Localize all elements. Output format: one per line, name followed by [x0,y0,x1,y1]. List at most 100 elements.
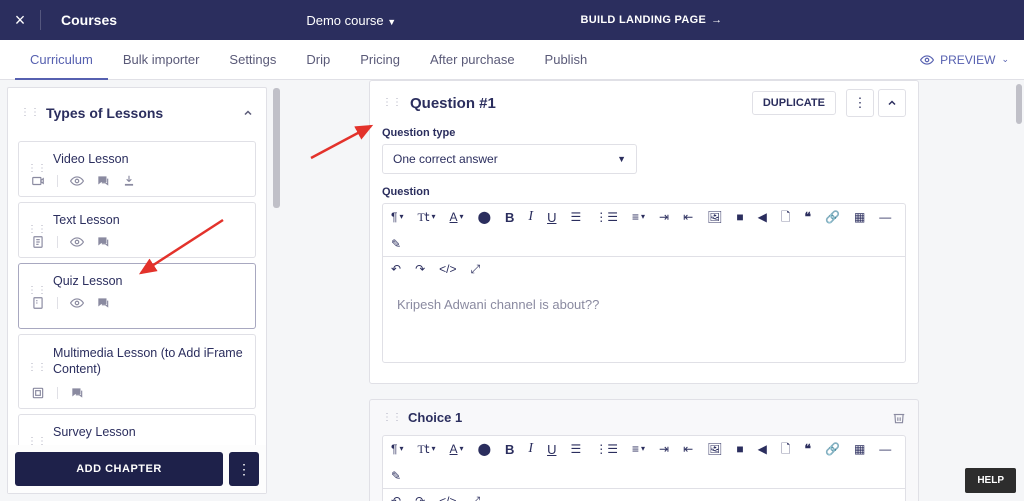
video-type-icon [31,174,45,188]
drag-handle-icon[interactable]: ⋮⋮ [382,100,402,106]
text-color-icon[interactable]: A▾ [450,211,464,223]
redo-icon[interactable]: ↷ [415,263,425,275]
tab-pricing[interactable]: Pricing [345,40,415,80]
preview-label: PREVIEW [940,53,995,67]
drag-handle-icon[interactable]: ⋮⋮ [382,415,402,421]
outdent-icon[interactable]: ⇤ [683,211,693,223]
comments-icon[interactable] [96,235,110,249]
comments-icon[interactable] [70,386,84,400]
paragraph-icon[interactable]: ¶▾ [391,211,403,223]
comments-icon[interactable] [96,296,110,310]
text-color-icon[interactable]: A▾ [450,443,464,455]
link-icon[interactable]: 🔗 [825,211,840,223]
align-icon[interactable]: ≡▾ [632,211,645,223]
tab-bulk-importer[interactable]: Bulk importer [108,40,215,80]
link-icon[interactable]: 🔗 [825,443,840,455]
numbered-list-icon[interactable]: ⋮☰ [595,211,618,223]
lesson-card-multimedia[interactable]: ⋮⋮ Multimedia Lesson (to Add iFrame Cont… [18,334,256,409]
build-landing-button[interactable]: BUILD LANDING PAGE→ [566,14,1024,26]
add-chapter-button[interactable]: ADD CHAPTER [15,452,223,486]
lesson-card-video[interactable]: ⋮⋮ Video Lesson [18,141,256,197]
section-title: Types of Lessons [46,105,242,121]
choice-editor: ¶▾ T𝗍▾ A▾ ⬤ B I U ☰ ⋮☰ ≡▾ ⇥ ⇤ 🖼 ■ [382,435,906,501]
quote-icon[interactable]: ❝ [805,211,811,223]
drag-handle-icon[interactable]: ⋮⋮ [27,365,47,371]
bullet-list-icon[interactable]: ☰ [570,211,581,223]
code-icon[interactable]: </> [439,263,456,275]
image-icon[interactable]: 🖼 [707,443,722,455]
underline-icon[interactable]: U [547,443,556,456]
chevron-down-icon: ▼ [617,154,626,164]
drag-handle-icon[interactable]: ⋮⋮ [27,227,47,233]
bullet-list-icon[interactable]: ☰ [570,443,581,455]
clear-format-icon[interactable]: ✎ [391,238,401,250]
question-card: ⋮⋮ Question #1 DUPLICATE ⋮ Question type… [369,80,919,384]
drag-handle-icon[interactable]: ⋮⋮ [27,166,47,172]
eye-icon[interactable] [70,174,84,188]
eye-icon[interactable] [70,296,84,310]
underline-icon[interactable]: U [547,211,556,224]
drag-handle-icon[interactable]: ⋮⋮ [20,110,40,116]
undo-icon[interactable]: ↶ [391,495,401,501]
tabs: Curriculum Bulk importer Settings Drip P… [0,40,1024,80]
question-title: Question #1 [410,95,752,112]
more-icon[interactable]: ⋮ [846,89,874,117]
table-icon[interactable]: ▦ [854,443,865,455]
bold-icon[interactable]: B [505,211,514,224]
help-button[interactable]: HELP [965,468,1016,493]
video-icon[interactable]: ■ [736,443,743,455]
close-button[interactable]: × [0,10,40,31]
highlight-icon[interactable]: ⬤ [478,211,491,223]
file-icon[interactable]: 🗋 [781,443,791,455]
quote-icon[interactable]: ❝ [805,443,811,455]
eye-icon[interactable] [70,235,84,249]
audio-icon[interactable]: ◀ [758,443,767,455]
hr-icon[interactable]: — [879,443,891,455]
quiz-type-icon [31,296,45,310]
hr-icon[interactable]: — [879,211,891,223]
text-size-icon[interactable]: T𝗍▾ [417,211,435,223]
course-selector[interactable]: Demo course ▼ [306,13,396,28]
question-label: Question [382,186,906,198]
clear-format-icon[interactable]: ✎ [391,470,401,482]
tab-publish[interactable]: Publish [530,40,603,80]
bold-icon[interactable]: B [505,443,514,456]
indent-icon[interactable]: ⇥ [659,443,669,455]
audio-icon[interactable]: ◀ [758,211,767,223]
expand-icon[interactable]: ⤢ [470,495,480,501]
question-text-input[interactable]: Kripesh Adwani channel is about?? [383,281,905,362]
download-icon[interactable] [122,174,136,188]
table-icon[interactable]: ▦ [854,211,865,223]
preview-button[interactable]: PREVIEW ⌄ [920,53,1009,67]
comments-icon[interactable] [96,174,110,188]
italic-icon[interactable]: I [528,210,533,224]
collapse-icon[interactable] [878,89,906,117]
question-type-select[interactable]: One correct answer ▼ [382,144,637,174]
file-icon[interactable]: 🗋 [781,211,791,223]
drag-handle-icon[interactable]: ⋮⋮ [27,288,47,294]
redo-icon[interactable]: ↷ [415,495,425,501]
paragraph-icon[interactable]: ¶▾ [391,443,403,455]
indent-icon[interactable]: ⇥ [659,211,669,223]
italic-icon[interactable]: I [528,442,533,456]
tab-drip[interactable]: Drip [291,40,345,80]
tab-settings[interactable]: Settings [214,40,291,80]
numbered-list-icon[interactable]: ⋮☰ [595,443,618,455]
highlight-icon[interactable]: ⬤ [478,443,491,455]
image-icon[interactable]: 🖼 [707,211,722,223]
align-icon[interactable]: ≡▾ [632,443,645,455]
expand-icon[interactable]: ⤢ [470,263,480,275]
tab-curriculum[interactable]: Curriculum [15,40,108,80]
tab-after-purchase[interactable]: After purchase [415,40,530,80]
outdent-icon[interactable]: ⇤ [683,443,693,455]
drag-handle-icon[interactable]: ⋮⋮ [27,439,47,445]
code-icon[interactable]: </> [439,495,456,501]
more-options-button[interactable]: ⋮ [229,452,259,486]
content-scrollbar[interactable] [1016,84,1022,124]
text-size-icon[interactable]: T𝗍▾ [417,443,435,455]
duplicate-button[interactable]: DUPLICATE [752,91,836,115]
collapse-icon[interactable] [242,107,254,119]
undo-icon[interactable]: ↶ [391,263,401,275]
delete-icon[interactable] [892,411,906,425]
video-icon[interactable]: ■ [736,211,743,223]
